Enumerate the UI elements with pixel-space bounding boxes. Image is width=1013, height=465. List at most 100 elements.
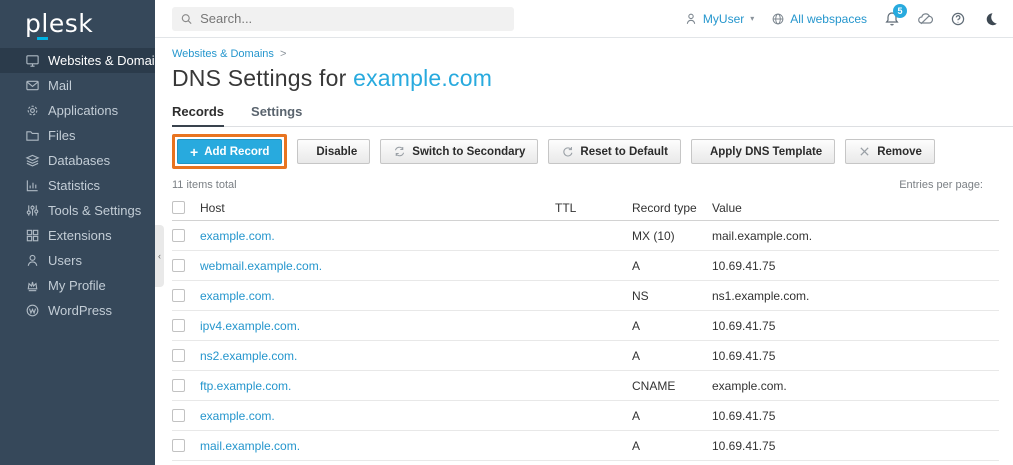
- host-link[interactable]: example.com.: [200, 409, 275, 423]
- tab-label: Settings: [251, 104, 302, 119]
- toolbar-button[interactable]: Apply DNS Template: [691, 139, 835, 164]
- sidebar-item[interactable]: My Profile: [0, 273, 155, 298]
- search-input[interactable]: [200, 11, 506, 26]
- toolbar-button[interactable]: Reset to Default: [548, 139, 681, 164]
- webspace-selector[interactable]: All webspaces: [771, 12, 867, 26]
- row-checkbox[interactable]: [172, 409, 185, 422]
- sidebar-collapse-handle[interactable]: ‹: [155, 225, 164, 287]
- feedback-button[interactable]: [917, 11, 933, 27]
- row-checkbox-cell: [172, 289, 200, 302]
- column-header-ttl: TTL: [555, 201, 632, 215]
- sidebar-item[interactable]: Tools & Settings: [0, 198, 155, 223]
- host-link[interactable]: webmail.example.com.: [200, 259, 322, 273]
- user-menu[interactable]: MyUser ▾: [684, 12, 754, 26]
- items-total: 11 items total: [172, 179, 237, 191]
- tab[interactable]: Settings: [251, 104, 302, 126]
- row-checkbox[interactable]: [172, 259, 185, 272]
- user-label: MyUser: [703, 12, 744, 26]
- annotation-highlight-box: + Add Record: [172, 134, 287, 169]
- host-link[interactable]: ipv4.example.com.: [200, 319, 300, 333]
- sidebar-item[interactable]: Applications: [0, 98, 155, 123]
- row-checkbox[interactable]: [172, 229, 185, 242]
- sidebar-item-label: Tools & Settings: [48, 203, 141, 218]
- entries-per-page: Entries per page:: [899, 179, 999, 191]
- sidebar-item[interactable]: Websites & Domains: [0, 48, 155, 73]
- row-type-cell: A: [632, 409, 712, 423]
- sidebar-item[interactable]: Extensions: [0, 223, 155, 248]
- table-row: ftp.example.com. CNAME example.com.: [172, 371, 999, 401]
- row-host-cell: example.com.: [200, 409, 555, 423]
- row-type-cell: MX (10): [632, 229, 712, 243]
- table-row: example.com. NS ns1.example.com.: [172, 281, 999, 311]
- plesk-logo[interactable]: plesk: [0, 0, 155, 40]
- row-checkbox[interactable]: [172, 289, 185, 302]
- row-host-cell: example.com.: [200, 289, 555, 303]
- host-link[interactable]: ftp.example.com.: [200, 379, 291, 393]
- column-header-value: Value: [712, 201, 999, 215]
- sidebar-item[interactable]: Databases: [0, 148, 155, 173]
- toolbar-button[interactable]: Remove: [845, 139, 935, 164]
- toolbar: + Add Record Disable Switch to Secondary…: [172, 134, 999, 169]
- host-link[interactable]: example.com.: [200, 289, 275, 303]
- row-checkbox[interactable]: [172, 319, 185, 332]
- gear-icon: [25, 103, 40, 118]
- sidebar-item[interactable]: Statistics: [0, 173, 155, 198]
- host-link[interactable]: ns2.example.com.: [200, 349, 297, 363]
- toolbar-button-label: Apply DNS Template: [710, 146, 822, 158]
- add-record-button[interactable]: + Add Record: [177, 139, 282, 164]
- host-link[interactable]: mail.example.com.: [200, 439, 300, 453]
- sliders-icon: [25, 203, 40, 218]
- sidebar-item-label: Extensions: [48, 228, 112, 243]
- row-value-cell: example.com.: [712, 379, 999, 393]
- row-type-cell: A: [632, 319, 712, 333]
- plus-icon: +: [190, 145, 198, 159]
- entries-per-page-label: Entries per page:: [899, 179, 983, 191]
- row-host-cell: ftp.example.com.: [200, 379, 555, 393]
- user-icon: [684, 12, 698, 26]
- select-all-checkbox[interactable]: [172, 201, 185, 214]
- breadcrumb: Websites & Domains >: [172, 48, 999, 60]
- host-link[interactable]: example.com.: [200, 229, 275, 243]
- chart-icon: [25, 178, 40, 193]
- row-checkbox-cell: [172, 409, 200, 422]
- row-checkbox-cell: [172, 229, 200, 242]
- header-checkbox-cell: [172, 201, 200, 214]
- row-checkbox[interactable]: [172, 439, 185, 452]
- sidebar-item-label: WordPress: [48, 303, 112, 318]
- breadcrumb-link-websites-domains[interactable]: Websites & Domains: [172, 48, 274, 60]
- row-checkbox[interactable]: [172, 379, 185, 392]
- tabs: Records Settings: [172, 104, 1013, 127]
- search-box[interactable]: [172, 7, 514, 31]
- row-checkbox-cell: [172, 379, 200, 392]
- moon-icon: [983, 11, 999, 27]
- row-type-cell: A: [632, 349, 712, 363]
- folder-icon: [25, 128, 40, 143]
- sidebar-item-label: Users: [48, 253, 82, 268]
- sidebar-item-label: Applications: [48, 103, 118, 118]
- toolbar-button-label: Disable: [316, 146, 357, 158]
- notifications-button[interactable]: 5: [884, 11, 900, 27]
- profile-icon: [25, 278, 40, 293]
- row-value-cell: 10.69.41.75: [712, 319, 999, 333]
- table-row: ns1.example.com. A 10.69.41.75: [172, 461, 999, 465]
- sidebar-item[interactable]: Mail: [0, 73, 155, 98]
- wordpress-icon: [25, 303, 40, 318]
- sidebar-item-label: My Profile: [48, 278, 106, 293]
- reset-icon: [561, 145, 574, 158]
- dark-mode-toggle[interactable]: [983, 11, 999, 27]
- toolbar-button[interactable]: Switch to Secondary: [380, 139, 538, 164]
- toolbar-button-label: Remove: [877, 146, 922, 158]
- sidebar-item[interactable]: Users: [0, 248, 155, 273]
- sidebar-item[interactable]: WordPress: [0, 298, 155, 323]
- toolbar-button[interactable]: Disable: [297, 139, 370, 164]
- sidebar-item[interactable]: Files: [0, 123, 155, 148]
- row-type-cell: CNAME: [632, 379, 712, 393]
- help-button[interactable]: [950, 11, 966, 27]
- row-value-cell: 10.69.41.75: [712, 409, 999, 423]
- tab[interactable]: Records: [172, 104, 224, 127]
- remove-icon: [858, 145, 871, 158]
- webspace-label: All webspaces: [790, 12, 867, 26]
- toolbar-button-label: Reset to Default: [580, 146, 668, 158]
- row-checkbox[interactable]: [172, 349, 185, 362]
- sidebar-item-label: Files: [48, 128, 75, 143]
